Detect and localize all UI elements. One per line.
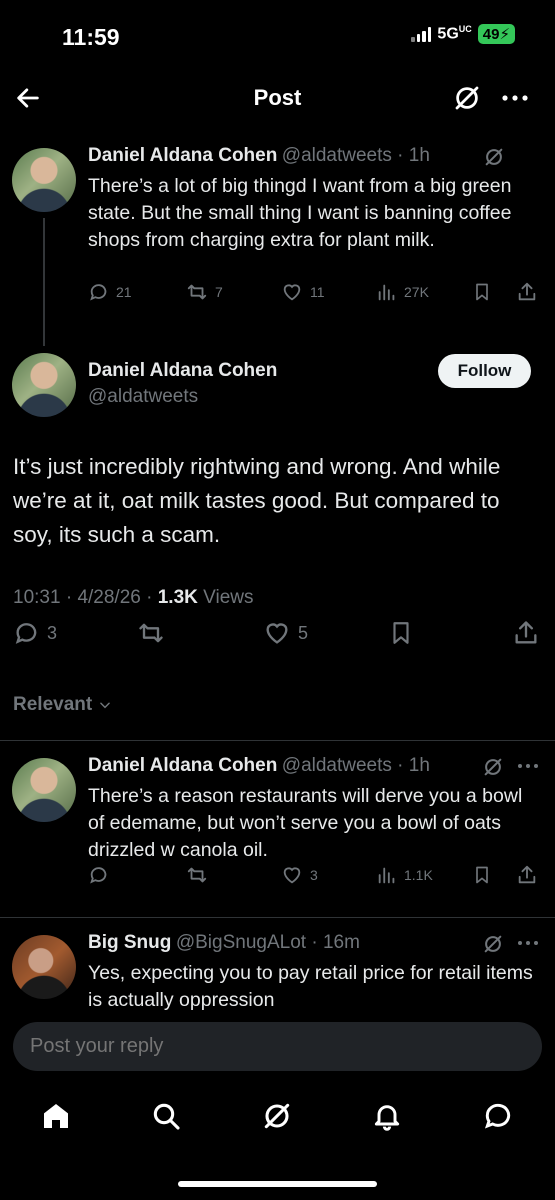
chevron-down-icon: [100, 702, 111, 709]
author-name[interactable]: Daniel Aldana Cohen: [88, 360, 277, 382]
status-indicators: 5GUC 49⚡: [411, 24, 515, 44]
bookmark-icon: [476, 866, 488, 884]
sort-dropdown[interactable]: Relevant: [13, 694, 112, 716]
tweet-header: Daniel Aldana Cohen @aldatweets · 1h: [88, 755, 430, 776]
home-indicator[interactable]: [178, 1181, 377, 1187]
share-button[interactable]: [512, 619, 540, 647]
avatar[interactable]: [12, 935, 76, 999]
bookmark-button[interactable]: [388, 619, 414, 647]
author-name[interactable]: Big Snug: [88, 932, 171, 953]
bell-icon[interactable]: [371, 1100, 403, 1137]
author-handle[interactable]: @aldatweets: [282, 755, 392, 776]
grok-icon[interactable]: [482, 933, 504, 960]
grok-icon[interactable]: [452, 83, 482, 118]
share-icon: [518, 865, 536, 884]
author-handle[interactable]: @BigSnugALot: [176, 932, 306, 953]
views-label: Views: [203, 587, 254, 608]
bookmark-icon: [393, 622, 409, 644]
share-icon: [518, 282, 536, 301]
reply-button[interactable]: 21: [88, 281, 132, 303]
bookmark-button[interactable]: [472, 281, 492, 303]
avatar[interactable]: [12, 148, 76, 212]
reply-input[interactable]: [13, 1022, 542, 1071]
avatar[interactable]: [12, 758, 76, 822]
reply-icon: [90, 284, 107, 301]
repost-icon: [187, 284, 207, 300]
reply-button[interactable]: 3: [13, 619, 57, 647]
tweet-header: Daniel Aldana Cohen @aldatweets · 1h: [88, 145, 430, 166]
more-icon[interactable]: [516, 935, 540, 956]
author-handle[interactable]: @aldatweets: [282, 145, 392, 166]
like-icon: [283, 284, 301, 301]
tweet-header: Big Snug @BigSnugALot · 16m: [88, 932, 360, 953]
views-button[interactable]: 27K: [376, 281, 429, 303]
tweet-time: 16m: [322, 932, 360, 953]
tweet-time: 1h: [408, 755, 430, 776]
search-icon[interactable]: [150, 1100, 182, 1137]
repost-icon: [187, 867, 207, 883]
follow-button[interactable]: Follow: [438, 354, 531, 388]
author-name[interactable]: Daniel Aldana Cohen: [88, 755, 277, 776]
tweet-text: Yes, expecting you to pay retail price f…: [88, 962, 533, 1010]
views-count[interactable]: 1.3K: [158, 587, 198, 608]
reply-icon: [90, 867, 107, 884]
grok-icon[interactable]: [261, 1100, 293, 1137]
tweet-text-clip: Yes, expecting you to pay retail price f…: [88, 960, 533, 1010]
status-time: 11:59: [62, 24, 120, 50]
author-name[interactable]: Daniel Aldana Cohen: [88, 145, 277, 166]
grok-icon[interactable]: [483, 146, 505, 173]
like-button[interactable]: 11: [280, 281, 325, 303]
divider: [0, 740, 555, 741]
battery-indicator: 49⚡: [477, 24, 515, 44]
share-icon: [515, 621, 537, 644]
repost-icon: [139, 623, 163, 643]
reply-icon: [15, 623, 37, 644]
author-handle[interactable]: @aldatweets: [88, 386, 198, 408]
tweet-date: 4/28/26: [77, 587, 141, 608]
like-button[interactable]: 5: [262, 619, 308, 647]
share-button[interactable]: [516, 281, 538, 303]
like-button[interactable]: 3: [280, 864, 318, 886]
tweet-text: It’s just incredibly rightwing and wrong…: [13, 454, 501, 547]
network-label: 5GUC: [437, 24, 472, 43]
tweet-metadata: 10:31 · 4/28/26 · 1.3K Views: [13, 587, 254, 608]
repost-button[interactable]: 7: [185, 281, 223, 303]
reply-button[interactable]: [88, 864, 110, 886]
tweet-text: There’s a reason restaurants will derve …: [88, 785, 523, 861]
messages-icon[interactable]: [481, 1100, 515, 1137]
views-button[interactable]: 1.1K: [376, 864, 433, 886]
tweet-text: There’s a lot of big thingd I want from …: [88, 175, 512, 251]
like-icon: [266, 623, 288, 644]
divider: [0, 917, 555, 918]
avatar[interactable]: [12, 353, 76, 417]
home-icon[interactable]: [40, 1100, 72, 1137]
signal-icon: [411, 26, 432, 42]
like-icon: [283, 867, 301, 884]
views-icon: [378, 284, 395, 301]
grok-icon[interactable]: [482, 756, 504, 783]
thread-line: [43, 218, 45, 346]
more-icon[interactable]: [516, 758, 540, 779]
repost-button[interactable]: [185, 864, 209, 886]
bookmark-button[interactable]: [472, 864, 492, 886]
bookmark-icon: [476, 283, 488, 301]
tweet-time: 10:31: [13, 587, 61, 608]
share-button[interactable]: [516, 864, 538, 886]
views-icon: [378, 867, 395, 884]
repost-button[interactable]: [136, 619, 166, 647]
more-icon[interactable]: [500, 88, 530, 113]
tweet-time: 1h: [408, 145, 430, 166]
